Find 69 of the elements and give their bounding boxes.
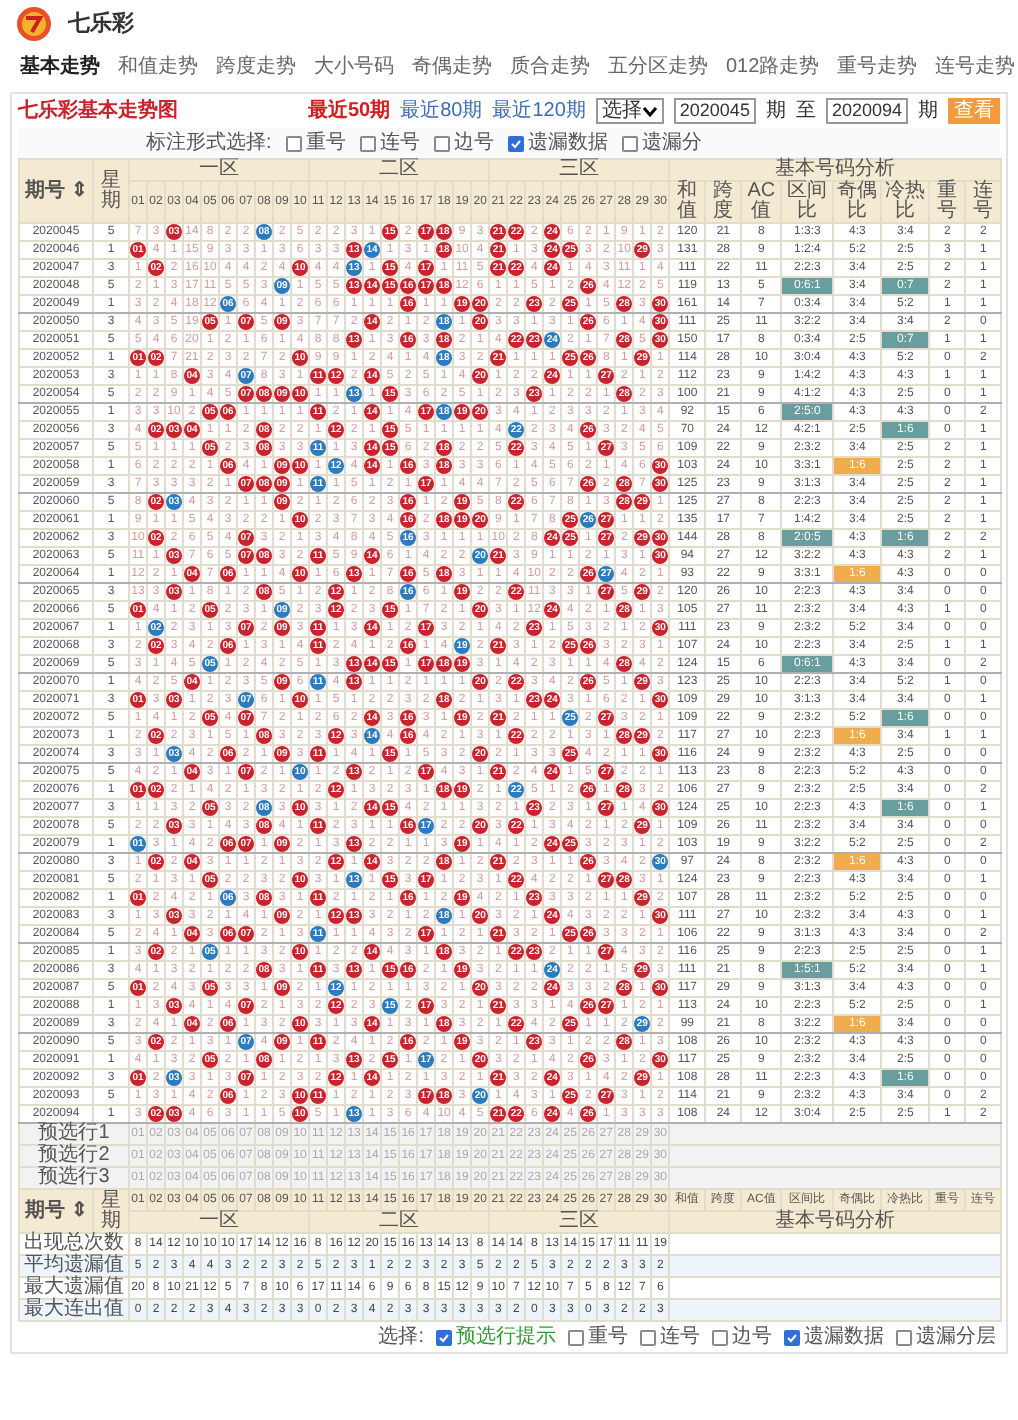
checkbox-label: 遗漏数据 — [527, 129, 608, 158]
nav-tab[interactable]: 质合走势 — [510, 51, 590, 81]
checkbox[interactable] — [359, 135, 376, 151]
zone-header: 三区 — [489, 1211, 670, 1233]
nav-tab[interactable]: 基本走势 — [20, 51, 100, 81]
checkbox-label: 边号 — [453, 129, 494, 158]
unit-label: 期 — [765, 97, 786, 126]
range-link[interactable]: 最近120期 — [492, 96, 586, 126]
range-link[interactable]: 最近80期 — [400, 96, 483, 126]
mark-options-label: 标注形式选择: — [146, 129, 272, 158]
checkbox[interactable] — [621, 135, 638, 151]
nav-tab[interactable]: 跨度走势 — [216, 51, 296, 81]
period-select[interactable]: 选择 — [595, 98, 664, 124]
analysis-column-header: 重号 — [929, 181, 966, 223]
analysis-column-header: 奇偶比 — [833, 181, 882, 223]
checkbox[interactable] — [896, 1329, 912, 1345]
app-title: 七乐彩 — [68, 9, 134, 40]
zone-header: 二区 — [309, 1211, 490, 1233]
checkbox-label: 预选行提示 — [456, 1323, 556, 1352]
checkbox[interactable] — [712, 1329, 728, 1345]
analysis-header: 基本号码分析 — [669, 1211, 1002, 1233]
checkbox[interactable] — [640, 1329, 656, 1345]
analysis-column-header: 连号 — [965, 181, 1002, 223]
checkbox-label: 重号 — [305, 129, 346, 158]
checkbox-label: 连号 — [379, 130, 420, 158]
zone-header: 一区 — [129, 159, 310, 181]
view-button[interactable]: 查看 — [948, 98, 1000, 124]
period-header: 期号 ⇕ — [19, 1189, 93, 1233]
zone-header: 一区 — [129, 1211, 310, 1233]
panel-title: 七乐彩基本走势图 — [18, 97, 178, 126]
nav-tab[interactable]: 和值走势 — [118, 51, 198, 81]
nav-tab[interactable]: 大小号码 — [314, 51, 394, 81]
checkbox[interactable] — [285, 135, 302, 151]
checkbox[interactable] — [784, 1329, 800, 1345]
checkbox-label: 遗漏分层 — [916, 1323, 996, 1352]
analysis-column-header: 跨度 — [705, 181, 742, 223]
stat-row-label: 最大连出值 — [19, 1299, 129, 1321]
analysis-column-header: AC值 — [741, 181, 782, 223]
nav-tab[interactable]: 奇偶走势 — [412, 51, 492, 81]
nav-tab[interactable]: 012路走势 — [726, 51, 820, 81]
analysis-header: 基本号码分析 — [669, 159, 1002, 181]
checkbox[interactable] — [436, 1329, 452, 1345]
nav-tab[interactable]: 重号走势 — [837, 51, 918, 81]
period-header[interactable]: 期号 ⇕ — [19, 159, 93, 223]
unit-label: 期 — [918, 97, 938, 126]
logo-icon — [16, 6, 52, 42]
checkbox-label: 重号 — [588, 1323, 628, 1352]
start-period-field[interactable]: 2020045 — [673, 98, 756, 124]
analysis-column-header: 和值 — [669, 181, 706, 223]
checkbox[interactable] — [568, 1329, 584, 1345]
checkbox-label: 连号 — [660, 1324, 700, 1352]
range-link[interactable]: 最近50期 — [307, 96, 391, 126]
checkbox-label: 边号 — [732, 1323, 772, 1352]
zone-header: 三区 — [489, 159, 670, 181]
chevron-down-icon — [641, 105, 658, 117]
weekday-header: 星期 — [93, 159, 129, 223]
end-period-field[interactable]: 2020094 — [825, 98, 908, 124]
analysis-column-header: 冷热比 — [881, 181, 930, 223]
select-bar-label: 选择: — [378, 1323, 424, 1352]
nav-tab[interactable]: 五分区走势 — [608, 51, 708, 81]
weekday-header: 星期 — [93, 1189, 129, 1233]
checkbox[interactable] — [433, 135, 450, 151]
zone-header: 二区 — [309, 159, 490, 181]
nav-tab[interactable]: 连号走势 — [935, 51, 1016, 81]
to-label: 至 — [795, 98, 816, 126]
checkbox[interactable] — [507, 135, 524, 151]
checkbox-label: 遗漏数据 — [804, 1323, 884, 1352]
analysis-column-header: 区间比 — [781, 181, 834, 223]
checkbox-label: 遗漏分 — [641, 129, 702, 158]
